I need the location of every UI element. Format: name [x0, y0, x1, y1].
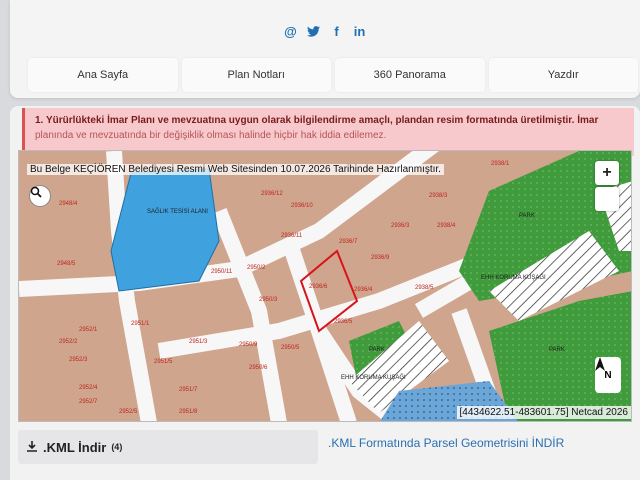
map-watermark: Bu Belge KEÇİÖREN Belediyesi Resmi Web S… — [27, 164, 444, 175]
zoom-in-button[interactable]: + — [595, 161, 619, 185]
notice-line-2: planında ve mevzuatında bir değişiklik o… — [35, 130, 387, 141]
compass-icon: N — [595, 357, 621, 393]
svg-text:2938/4: 2938/4 — [437, 223, 456, 229]
notice-line-1: 1. Yürürlükteki İmar Planı ve mevzuatına… — [35, 115, 599, 126]
svg-text:2952/4: 2952/4 — [79, 385, 98, 391]
svg-text:2951/5: 2951/5 — [154, 359, 173, 365]
svg-text:2951/3: 2951/3 — [189, 339, 208, 345]
svg-text:2952/3: 2952/3 — [69, 357, 88, 363]
svg-text:2936/9: 2936/9 — [371, 255, 390, 261]
svg-text:2948/5: 2948/5 — [57, 261, 76, 267]
svg-text:2936/12: 2936/12 — [261, 191, 283, 197]
download-icon — [26, 440, 38, 455]
svg-text:2936/4: 2936/4 — [354, 287, 373, 293]
plan-notice: 1. Yürürlükteki İmar Planı ve mevzuatına… — [22, 108, 634, 156]
svg-text:2951/7: 2951/7 — [179, 387, 198, 393]
svg-text:2950/3: 2950/3 — [259, 297, 278, 303]
svg-text:2938/3: 2938/3 — [429, 193, 448, 199]
svg-text:2952/2: 2952/2 — [59, 339, 78, 345]
svg-text:2950/6: 2950/6 — [249, 365, 268, 371]
facebook-icon[interactable]: f — [329, 22, 344, 40]
svg-text:2936/7: 2936/7 — [339, 239, 358, 245]
health-area-label: SAĞLIK TESİSİ ALANI — [147, 208, 208, 215]
header-card: @ f in Ana Sayfa Plan Notları 360 Panora… — [10, 0, 640, 98]
svg-text:2950/2: 2950/2 — [247, 265, 266, 271]
linkedin-icon[interactable]: in — [352, 22, 367, 40]
svg-text:2952/7: 2952/7 — [79, 399, 98, 405]
svg-text:2936/10: 2936/10 — [291, 203, 313, 209]
svg-text:2936/11: 2936/11 — [281, 233, 303, 239]
zoning-map[interactable]: SAĞLIK TESİSİ ALANI PARK PARK PARK EHH K… — [18, 150, 632, 422]
kml-download-sup: (4) — [111, 442, 123, 452]
svg-text:2952/5: 2952/5 — [119, 409, 138, 415]
svg-text:2951/8: 2951/8 — [179, 409, 198, 415]
svg-text:2950/9: 2950/9 — [239, 342, 258, 348]
nav-bar: Ana Sayfa Plan Notları 360 Panorama Yazd… — [28, 58, 638, 92]
map-coordinates: [4434622.51-483601.75] Netcad 2026 — [456, 406, 631, 419]
svg-text:2938/5: 2938/5 — [415, 285, 434, 291]
kml-download-label: .KML İndir — [43, 439, 107, 455]
nav-panorama-button[interactable]: 360 Panorama — [335, 58, 485, 92]
kml-download-button[interactable]: .KML İndir (4) — [18, 430, 318, 464]
svg-text:2951/1: 2951/1 — [131, 321, 150, 327]
compass-letter: N — [604, 369, 612, 381]
email-icon[interactable]: @ — [283, 22, 298, 40]
protection-zone-label-2: EHH KORUMA KUŞAĞI — [341, 374, 406, 381]
twitter-icon[interactable] — [306, 22, 321, 40]
park-label-3: PARK — [369, 347, 385, 353]
park-label-1: PARK — [519, 213, 535, 219]
svg-text:2952/1: 2952/1 — [79, 327, 98, 333]
svg-text:2936/3: 2936/3 — [391, 223, 410, 229]
nav-plan-notes-button[interactable]: Plan Notları — [181, 58, 331, 92]
health-area — [110, 168, 220, 292]
svg-text:2936/6: 2936/6 — [309, 284, 328, 290]
nav-print-button[interactable]: Yazdır — [488, 58, 638, 92]
svg-text:2936/5: 2936/5 — [334, 319, 353, 325]
svg-text:2950/11: 2950/11 — [211, 269, 233, 275]
protection-zone-label-1: EHH KORUMA KUŞAĞI — [481, 274, 546, 281]
kml-geometry-link[interactable]: .KML Formatında Parsel Geometrisini İNDİ… — [328, 436, 564, 450]
svg-text:2938/1: 2938/1 — [491, 161, 510, 167]
svg-text:2948/4: 2948/4 — [59, 201, 78, 207]
social-links: @ f in — [10, 22, 640, 40]
magnify-icon[interactable] — [29, 185, 51, 207]
nav-home-button[interactable]: Ana Sayfa — [28, 58, 178, 92]
svg-text:2950/5: 2950/5 — [281, 345, 300, 351]
zoom-out-button[interactable] — [595, 187, 619, 211]
park-label-2: PARK — [549, 347, 565, 353]
map-canvas[interactable]: SAĞLIK TESİSİ ALANI PARK PARK PARK EHH K… — [19, 151, 632, 422]
